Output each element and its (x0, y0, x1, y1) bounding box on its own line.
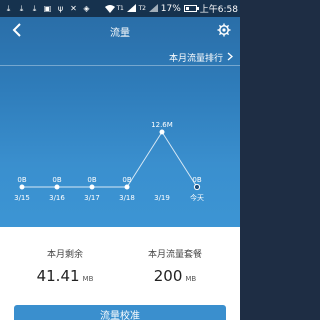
status-time: 上午6:58 (199, 5, 238, 15)
download-icon: ⤓ (6, 3, 11, 13)
app-icon: ▣ (43, 3, 52, 13)
data-label: 0B (192, 176, 201, 184)
data-point (19, 184, 25, 190)
x-tick-label: 3/18 (119, 194, 135, 202)
data-point (124, 184, 130, 190)
data-point (193, 183, 201, 191)
chevron-right-icon (227, 52, 233, 64)
x-tick-label: 今天 (190, 193, 204, 202)
sim-indicator-t1: T1 (116, 5, 124, 12)
remaining-value-row: 41.41 MB (10, 267, 120, 285)
plan-unit: MB (185, 275, 197, 283)
data-label: 12.6M (151, 121, 173, 129)
status-right-icons: T1 T2 17% 上午6:58 (104, 0, 238, 17)
x-tick-label: 3/16 (49, 194, 65, 202)
wifi-icon (104, 4, 115, 14)
remaining-value: 41.41 (36, 267, 80, 285)
gear-icon (217, 22, 231, 41)
data-label: 0B (87, 176, 96, 184)
signal-icon (148, 3, 158, 14)
summary-panel: 本月剩余 41.41 MB 本月流量套餐 200 MB 流量校准 (0, 227, 240, 320)
calibrate-button[interactable]: 流量校准 (14, 305, 226, 320)
x-tick-label: 3/19 (154, 194, 170, 202)
data-label: 0B (17, 176, 26, 184)
traffic-screen: ⤓ ⤓ ⤓ ▣ ψ ✕ ◈ T1 T2 17% 上午6:58 流量 本月流量排行… (0, 0, 240, 320)
plan-stat: 本月流量套餐 200 MB (120, 247, 230, 285)
ranking-label: 本月流量排行 (168, 54, 223, 64)
plan-value: 200 (153, 267, 183, 285)
signal-icon (126, 3, 136, 14)
usb-debug-icon: ✕ (70, 3, 77, 13)
usb-icon: ψ (57, 3, 64, 13)
status-bar: ⤓ ⤓ ⤓ ▣ ψ ✕ ◈ T1 T2 17% 上午6:58 (0, 0, 240, 17)
remaining-unit: MB (82, 275, 94, 283)
header: 流量 (0, 17, 240, 45)
data-point (54, 184, 60, 190)
data-point (159, 129, 165, 135)
sim-indicator-t2: T2 (138, 5, 146, 12)
data-point (89, 184, 95, 190)
x-tick-label: 3/15 (14, 194, 30, 202)
monthly-ranking-link[interactable]: 本月流量排行 (169, 51, 233, 64)
data-label: 0B (52, 176, 61, 184)
settings-button[interactable] (215, 22, 233, 40)
remaining-label: 本月剩余 (46, 250, 83, 260)
x-tick-label: 3/17 (84, 194, 100, 202)
data-label: 0B (122, 176, 131, 184)
battery-icon (183, 5, 199, 12)
remaining-stat: 本月剩余 41.41 MB (10, 247, 120, 285)
android-icon: ◈ (83, 3, 90, 13)
plan-label: 本月流量套餐 (147, 250, 202, 260)
battery-percent: 17% (160, 3, 181, 14)
traffic-chart: 0B 3/15 0B 3/16 0B 3/17 0B 3/18 12.6M 3/19 0B 今天 (14, 121, 204, 202)
page-title: 流量 (110, 28, 130, 39)
download-icon: ⤓ (19, 3, 24, 13)
plan-value-row: 200 MB (120, 267, 230, 285)
status-left-icons: ⤓ ⤓ ⤓ ▣ ψ ✕ ◈ (4, 0, 91, 17)
divider (0, 65, 240, 66)
series-line (22, 131, 198, 188)
download-icon: ⤓ (32, 3, 37, 13)
